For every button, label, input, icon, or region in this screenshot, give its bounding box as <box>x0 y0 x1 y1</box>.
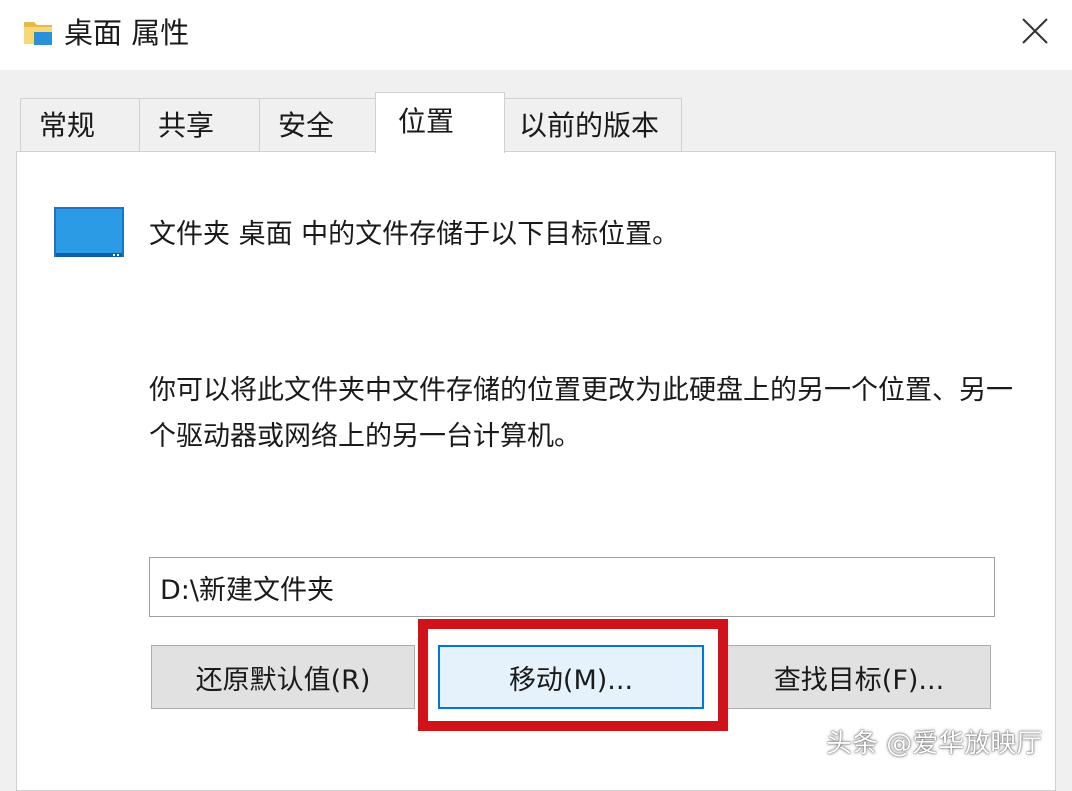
location-intro-text: 文件夹 桌面 中的文件存储于以下目标位置。 <box>149 219 680 250</box>
tab-previous-versions[interactable]: 以前的版本 <box>504 98 682 152</box>
tab-general[interactable]: 常规 <box>20 98 140 152</box>
location-panel: 文件夹 桌面 中的文件存储于以下目标位置。 你可以将此文件夹中文件存储的位置更改… <box>16 151 1056 791</box>
location-path-input[interactable] <box>149 557 995 617</box>
tab-strip: 常规 共享 安全 位置 以前的版本 <box>0 92 1072 153</box>
desktop-icon <box>53 206 125 260</box>
close-icon <box>1022 18 1048 48</box>
title-bar: 桌面 属性 <box>0 0 1072 70</box>
tab-location[interactable]: 位置 <box>375 92 505 153</box>
restore-default-button[interactable]: 还原默认值(R) <box>151 645 415 709</box>
folder-icon <box>22 16 54 48</box>
tab-security[interactable]: 安全 <box>259 98 376 152</box>
move-button[interactable]: 移动(M)... <box>438 645 704 709</box>
location-description: 你可以将此文件夹中文件存储的位置更改为此硬盘上的另一个位置、另一个驱动器或网络上… <box>149 375 1013 452</box>
find-target-button[interactable]: 查找目标(F)... <box>727 645 991 709</box>
close-button[interactable] <box>1006 8 1064 58</box>
watermark: 头条 @爱华放映厅 <box>826 729 1043 759</box>
properties-dialog: 桌面 属性 常规 共享 安全 位置 以前的版本 文件夹 桌面 中的文件存储于以下 <box>0 0 1072 791</box>
tab-sharing[interactable]: 共享 <box>139 98 260 152</box>
window-title: 桌面 属性 <box>64 16 190 50</box>
